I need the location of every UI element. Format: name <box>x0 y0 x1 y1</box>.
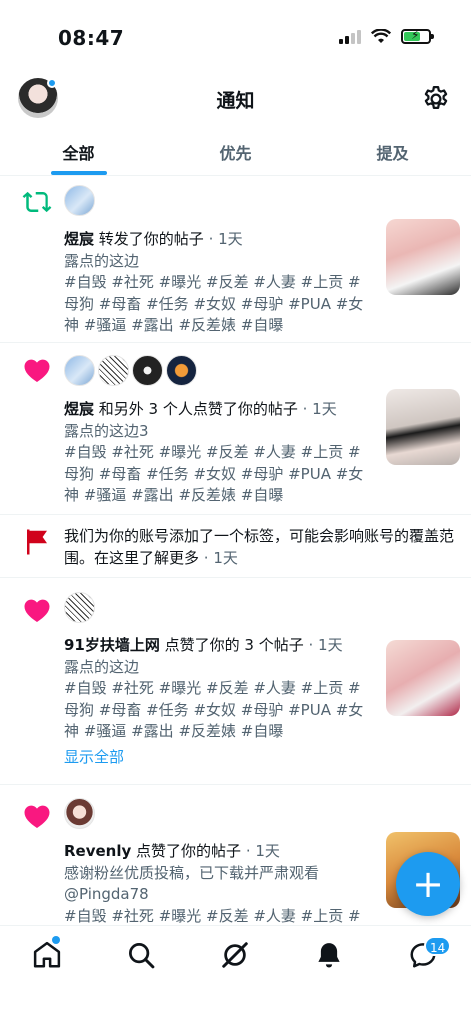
post-title: 露点的这边3 <box>64 421 149 440</box>
messages-badge: 14 <box>424 936 452 956</box>
post-title: 感谢粉丝优质投稿，已下载并严肃观看 @Pingda78 <box>64 863 320 904</box>
page-title: 通知 <box>216 90 255 112</box>
actor-avatars <box>64 185 95 216</box>
post-tags: #自毁 #社死 #曝光 #反差 #人妻 #上贡 #母狗 #母畜 #任务 #女奴 … <box>64 273 364 334</box>
post-tags: #自毁 #社死 #曝光 #反差 #人妻 #上贡 #母狗 #母畜 #任务 #女奴 … <box>64 443 364 504</box>
timestamp: · 1天 <box>241 842 280 860</box>
notification-item[interactable]: 煜宸 和另外 3 个人点赞了你的帖子 · 1天 露点的这边3 #自毁 #社死 #… <box>0 343 471 515</box>
post-title: 露点的这边 <box>64 657 140 676</box>
notifications-bell-icon[interactable] <box>314 940 344 970</box>
notification-item[interactable]: 煜宸 转发了你的帖子 · 1天 露点的这边 #自毁 #社死 #曝光 #反差 #人… <box>0 177 471 343</box>
avatar[interactable] <box>64 798 95 829</box>
actor-name[interactable]: 煜宸 <box>64 400 94 418</box>
notification-feed: 煜宸 转发了你的帖子 · 1天 露点的这边 #自毁 #社死 #曝光 #反差 #人… <box>0 177 471 925</box>
heart-icon <box>24 805 50 828</box>
tab-all[interactable]: 全部 <box>0 128 157 175</box>
tab-priority[interactable]: 优先 <box>157 128 314 175</box>
notification-body: 煜宸 转发了你的帖子 · 1天 露点的这边 #自毁 #社死 #曝光 #反差 #人… <box>64 229 374 337</box>
action-text: 点赞了你的帖子 <box>131 842 242 860</box>
action-text: 点赞了你的 3 个帖子 <box>159 636 304 654</box>
notification-item[interactable]: 91岁扶墙上网 点赞了你的 3 个帖子 · 1天 露点的这边 #自毁 #社死 #… <box>0 578 471 785</box>
post-thumbnail[interactable] <box>386 389 460 465</box>
flag-icon <box>27 529 47 555</box>
retweet-icon <box>22 191 52 213</box>
notification-body: Revenly 点赞了你的帖子 · 1天 感谢粉丝优质投稿，已下载并严肃观看 @… <box>64 841 374 925</box>
signal-icon <box>339 28 361 44</box>
actor-name[interactable]: 91岁扶墙上网 <box>64 636 160 654</box>
account-label-notice[interactable]: 我们为你的账号添加了一个标签，可能会影响账号的覆盖范围。在这里了解更多 · 1天 <box>64 526 459 569</box>
notification-item[interactable]: 我们为你的账号添加了一个标签，可能会影响账号的覆盖范围。在这里了解更多 · 1天 <box>0 515 471 578</box>
status-time: 08:47 <box>58 26 125 50</box>
post-title: 露点的这边 <box>64 251 140 270</box>
actor-name[interactable]: 煜宸 <box>64 230 94 248</box>
avatar[interactable] <box>64 592 95 623</box>
avatar[interactable] <box>64 185 95 216</box>
search-icon[interactable] <box>126 940 156 970</box>
home-notification-dot <box>52 936 60 944</box>
avatar[interactable] <box>64 355 95 386</box>
timestamp: · 1天 <box>297 400 337 418</box>
tab-mentions[interactable]: 提及 <box>314 128 471 175</box>
action-text: 转发了你的帖子 <box>94 230 204 248</box>
post-tags: #自毁 #社死 #曝光 #反差 #人妻 #上贡 #母狗 #母畜 #任务 #女奴 … <box>64 679 364 740</box>
bottom-navigation: 14 <box>0 925 471 1024</box>
avatar[interactable] <box>132 355 163 386</box>
notification-item[interactable]: Revenly 点赞了你的帖子 · 1天 感谢粉丝优质投稿，已下载并严肃观看 @… <box>0 785 471 925</box>
post-thumbnail[interactable] <box>386 219 460 295</box>
settings-gear-icon[interactable] <box>421 84 451 114</box>
heart-icon <box>24 359 50 382</box>
timestamp: · 1天 <box>199 548 238 567</box>
avatar[interactable] <box>166 355 197 386</box>
actor-avatars <box>64 592 95 623</box>
timestamp: · 1天 <box>303 636 343 654</box>
notification-body: 91岁扶墙上网 点赞了你的 3 个帖子 · 1天 露点的这边 #自毁 #社死 #… <box>64 635 374 768</box>
notification-body: 煜宸 和另外 3 个人点赞了你的帖子 · 1天 露点的这边3 #自毁 #社死 #… <box>64 399 374 507</box>
post-tags: #自毁 #社死 #曝光 #反差 #人妻 #上贡 #母 <box>64 906 361 925</box>
home-icon[interactable] <box>32 940 62 970</box>
plus-icon: + <box>412 862 444 906</box>
actor-avatars <box>64 798 95 829</box>
show-all-link[interactable]: 显示全部 <box>64 747 374 769</box>
status-bar: 08:47 ⚡ <box>0 0 471 72</box>
heart-icon <box>24 599 50 622</box>
wifi-icon <box>371 28 391 43</box>
actor-avatars <box>64 355 197 386</box>
post-thumbnail[interactable] <box>386 640 460 716</box>
action-text: 和另外 3 个人点赞了你的帖子 <box>94 400 298 418</box>
avatar[interactable] <box>98 355 129 386</box>
compose-button[interactable]: + <box>396 852 460 916</box>
timestamp: · 1天 <box>203 230 243 248</box>
top-header: 通知 <box>0 72 471 128</box>
notice-text: 我们为你的账号添加了一个标签，可能会影响账号的覆盖范围。在这里了解更多 <box>64 527 455 567</box>
actor-name[interactable]: Revenly <box>64 842 131 860</box>
status-icons: ⚡ <box>339 28 434 44</box>
grok-icon[interactable] <box>220 940 250 970</box>
notification-tabs: 全部 优先 提及 <box>0 128 471 176</box>
battery-icon: ⚡ <box>401 28 434 44</box>
